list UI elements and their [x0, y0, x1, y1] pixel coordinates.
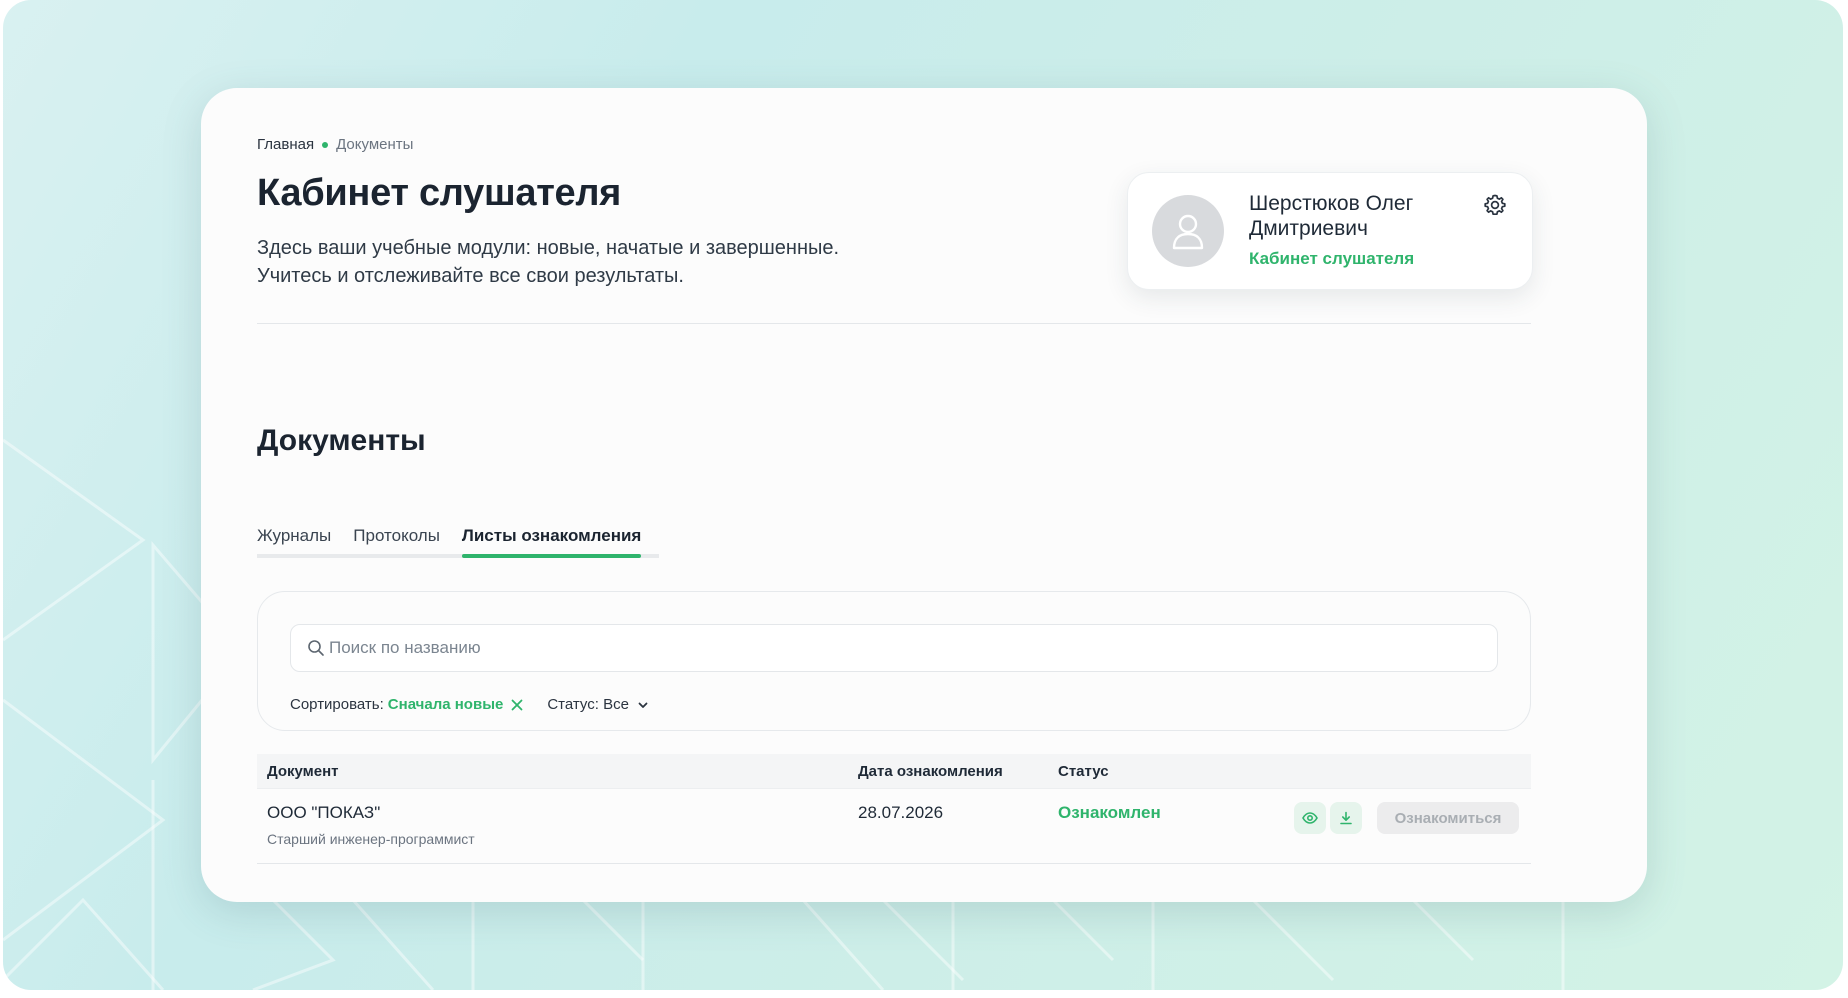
documents-table: Документ Дата ознакомления Статус ООО "П… — [257, 754, 1531, 864]
column-header-date: Дата ознакомления — [858, 762, 1003, 780]
document-date: 28.07.2026 — [858, 803, 944, 822]
sort-label: Сортировать: — [290, 696, 384, 713]
status-filter-label: Статус: Все — [547, 696, 629, 713]
breadcrumb-separator-dot — [322, 141, 329, 148]
profile-name: Шерстюков Олег Дмитриевич — [1249, 192, 1414, 240]
profile-card: Шерстюков Олег Дмитриевич Кабинет слушат… — [1127, 172, 1533, 290]
section-title: Документы — [257, 424, 426, 457]
breadcrumb: Главная Документы — [257, 136, 413, 153]
column-header-document: Документ — [267, 762, 339, 780]
page-description-line-1: Здесь ваши учебные модули: новые, начаты… — [257, 237, 840, 259]
page-description-line-2: Учитесь и отслеживайте все свои результа… — [257, 265, 684, 287]
acknowledge-button[interactable]: Ознакомиться — [1377, 802, 1519, 834]
status-filter-dropdown[interactable]: Статус: Все — [547, 696, 649, 713]
search-icon — [307, 639, 325, 657]
avatar[interactable] — [1152, 195, 1224, 267]
profile-role[interactable]: Кабинет слушателя — [1249, 249, 1414, 269]
document-name: ООО "ПОКАЗ" — [267, 803, 381, 822]
close-icon[interactable] — [511, 699, 523, 711]
column-header-status: Статус — [1058, 762, 1109, 780]
eye-icon — [1302, 812, 1318, 824]
app-background: Главная Документы Кабинет слушателя Здес… — [3, 0, 1843, 990]
user-icon — [1172, 214, 1204, 250]
gear-icon[interactable] — [1483, 193, 1507, 217]
view-button[interactable] — [1294, 802, 1326, 834]
main-card: Главная Документы Кабинет слушателя Здес… — [201, 88, 1647, 902]
page-title: Кабинет слушателя — [257, 172, 622, 214]
download-button[interactable] — [1330, 802, 1362, 834]
page-description: Здесь ваши учебные модули: новые, начаты… — [257, 234, 977, 290]
table-header: Документ Дата ознакомления Статус — [257, 754, 1531, 788]
breadcrumb-home[interactable]: Главная — [257, 136, 314, 153]
header-divider — [257, 323, 1531, 324]
sort-row: Сортировать: Сначала новые Статус: Все — [290, 696, 649, 713]
download-icon — [1340, 811, 1352, 825]
search-box — [290, 624, 1498, 672]
tab-acknowledgement-sheets[interactable]: Листы ознакомления — [461, 518, 642, 558]
sort-value[interactable]: Сначала новые — [388, 696, 504, 713]
table-row: ООО "ПОКАЗ" Старший инженер-программист … — [257, 788, 1531, 864]
status-badge: Ознакомлен — [1058, 803, 1161, 822]
tab-protocols[interactable]: Протоколы — [353, 518, 440, 554]
document-tabs: Журналы Протоколы Листы ознакомления — [257, 518, 659, 558]
filter-panel: Сортировать: Сначала новые Статус: Все — [257, 591, 1531, 731]
document-subtitle: Старший инженер-программист — [267, 831, 475, 847]
chevron-down-icon — [638, 702, 648, 708]
breadcrumb-current: Документы — [336, 136, 414, 153]
tab-journals[interactable]: Журналы — [257, 518, 331, 554]
search-input[interactable] — [327, 637, 1497, 659]
